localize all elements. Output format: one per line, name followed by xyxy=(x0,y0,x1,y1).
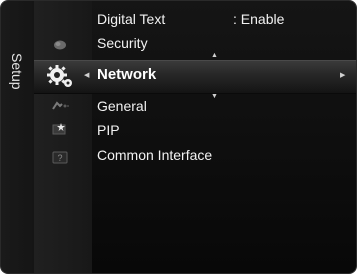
digital-text-value: : Enable xyxy=(233,11,285,27)
category-label: Setup xyxy=(9,52,25,90)
setup-icon[interactable] xyxy=(45,62,75,90)
back-arrow-icon[interactable]: ◀ xyxy=(84,72,89,79)
setup-menu-panel: Setup ? Digital Text: Enable Security ▲… xyxy=(1,1,356,273)
selection-highlight xyxy=(34,60,356,94)
menu-item-general[interactable]: General xyxy=(97,97,147,115)
scroll-up-icon[interactable]: ▲ xyxy=(211,52,218,59)
support-icon[interactable]: ? xyxy=(51,150,69,166)
menu-item-digital-text[interactable]: Digital Text xyxy=(97,10,165,28)
picture-icon[interactable] xyxy=(52,39,68,51)
menu-item-security[interactable]: Security xyxy=(97,34,148,52)
svg-text:?: ? xyxy=(57,153,62,163)
menu-item-network[interactable]: Network xyxy=(97,66,156,84)
enter-arrow-icon[interactable]: ▶ xyxy=(340,72,345,79)
application-icon[interactable] xyxy=(51,121,69,137)
menu-item-pip[interactable]: PIP xyxy=(97,121,120,139)
input-icon[interactable] xyxy=(50,99,70,113)
category-strip: Setup xyxy=(1,1,34,273)
menu-item-common-interface[interactable]: Common Interface xyxy=(97,146,212,164)
scroll-down-icon[interactable]: ▼ xyxy=(211,93,218,100)
